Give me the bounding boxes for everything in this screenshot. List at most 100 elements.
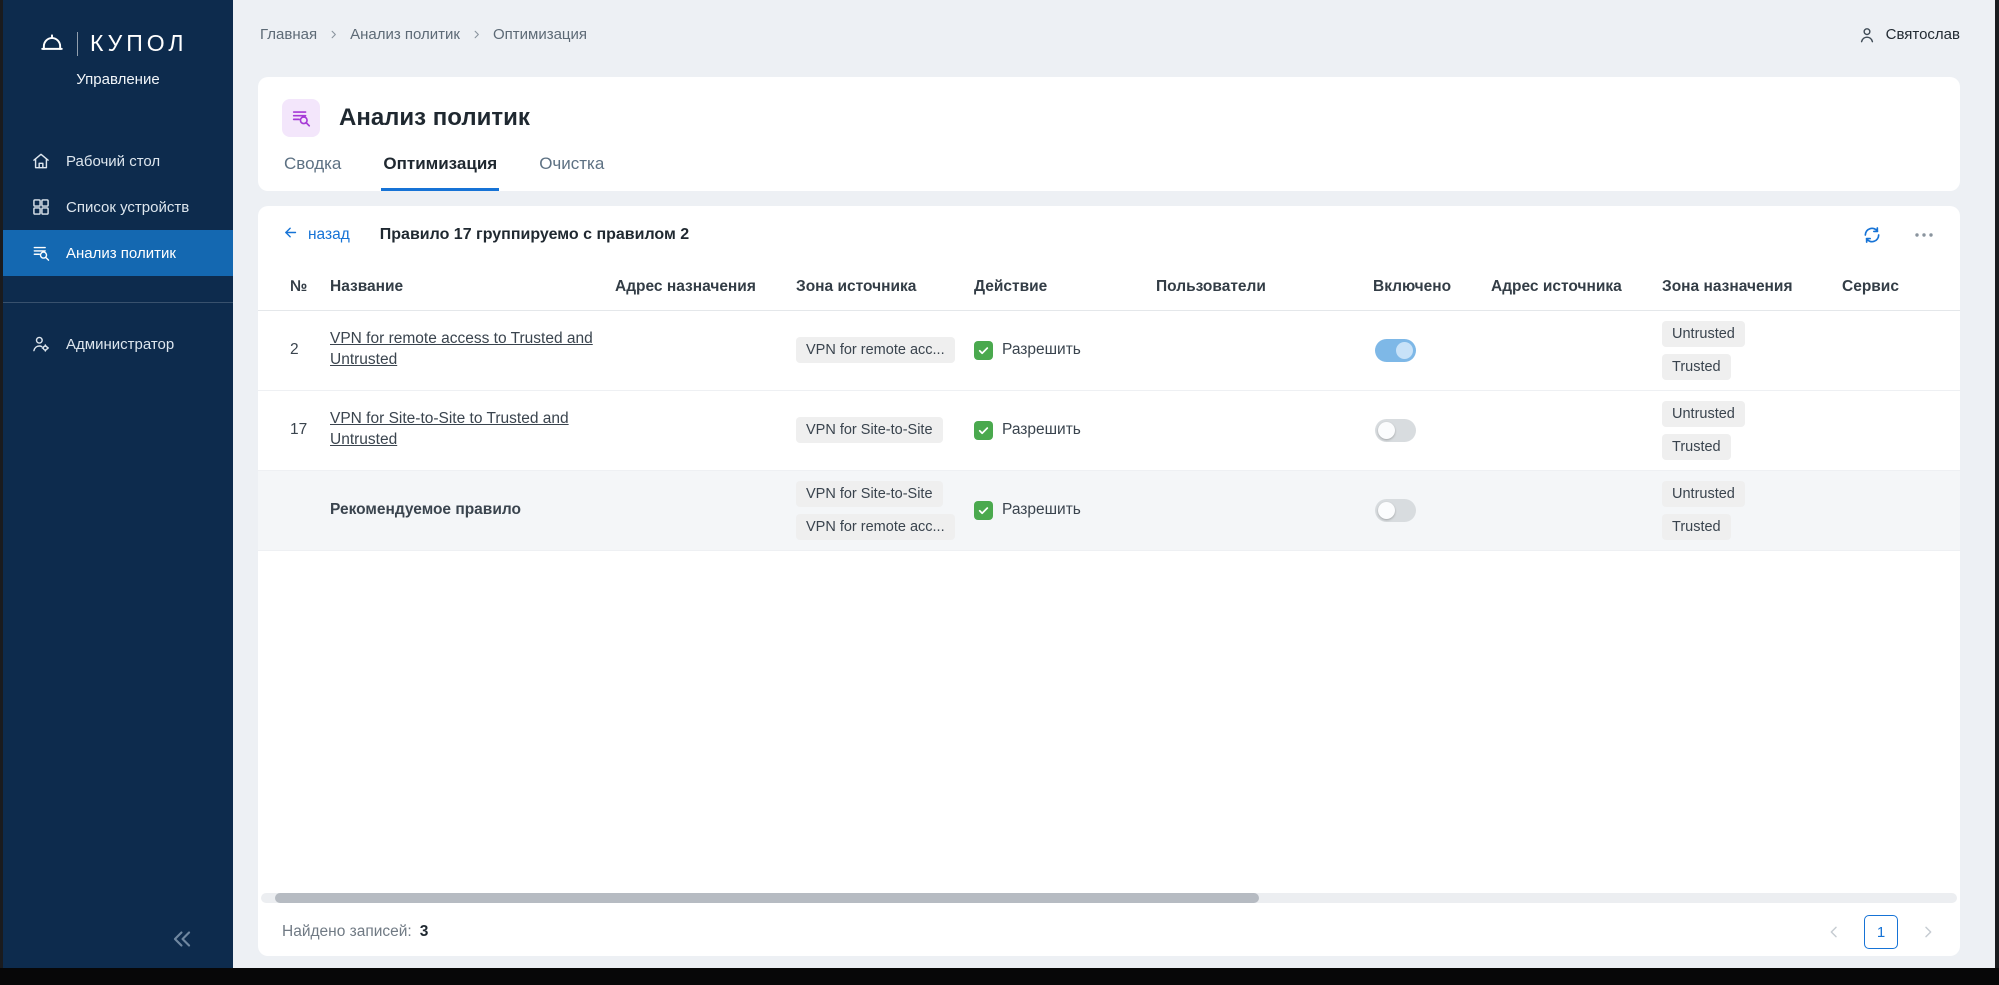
zone-tag: VPN for remote acc... [796,337,955,363]
sidebar-divider [3,302,233,303]
table-row: Рекомендуемое правило VPN for Site-to-Sit… [258,470,1960,550]
column-header: Адрес назначения [615,264,796,310]
next-page-button[interactable] [1920,924,1936,940]
zone-tag: VPN for Site-to-Site [796,417,943,443]
content: Анализ политик СводкаОптимизацияОчистка … [233,69,1995,968]
sidebar-item-administrator[interactable]: Администратор [3,321,233,367]
rule-name: Рекомендуемое правило [330,500,521,521]
column-header: № [258,264,330,310]
check-icon [974,341,993,360]
column-header: Зона источника [796,264,974,310]
sidebar-item-label: Список устройств [66,199,189,216]
zone-tag: VPN for remote acc... [796,514,955,540]
cell-number: 17 [258,390,330,470]
title-row: Анализ политик [282,99,1936,137]
action-allow: Разрешить [974,341,1144,360]
cell-enabled [1373,310,1491,390]
sidebar-menu: Рабочий стол Список устройств Анализ полит… [3,138,233,367]
enabled-toggle[interactable] [1375,499,1416,522]
column-header: Сервис [1842,264,1960,310]
current-page[interactable]: 1 [1864,915,1898,949]
tab-cleanup[interactable]: Очистка [537,154,606,191]
grouping-message: Правило 17 группируемо с правилом 2 [380,226,689,244]
zone-tags: UntrustedTrusted [1662,481,1830,540]
horizontal-scrollbar[interactable] [261,893,1957,903]
table-body: 2VPN for remote access to Trusted and Un… [258,310,1960,550]
back-button[interactable]: назад [282,224,350,246]
horizontal-scrollbar-thumb[interactable] [275,893,1259,903]
zone-tags: UntrustedTrusted [1662,401,1830,460]
cell-users [1156,470,1373,550]
topbar: Главная Анализ политик Оптимизация Святосл… [233,0,1995,69]
pagination: 1 [1826,915,1936,949]
sidebar-item-policy-analysis[interactable]: Анализ политик [3,230,233,276]
prev-page-button[interactable] [1826,924,1842,940]
check-icon [974,421,993,440]
admin-user-icon [31,334,51,354]
action-label: Разрешить [1002,421,1081,439]
breadcrumb-item[interactable]: Анализ политик [350,26,460,43]
rule-name[interactable]: VPN for Site-to-Site to Trusted and Untr… [330,409,595,451]
desktop-icon [31,151,51,171]
tabs: Сводка Оптимизация Очистка [282,154,1936,191]
table-toolbar: назад Правило 17 группируемо с правилом … [258,206,1960,264]
cell-source-address [1491,310,1662,390]
sidebar-item-desktop[interactable]: Рабочий стол [3,138,233,184]
arrow-left-icon [282,224,299,246]
breadcrumb-item[interactable]: Оптимизация [493,26,587,43]
optimization-card: назад Правило 17 группируемо с правилом … [258,206,1960,956]
rule-name[interactable]: VPN for remote access to Trusted and Unt… [330,329,595,371]
column-header: Включено [1373,264,1491,310]
sidebar-collapse-button[interactable] [169,926,197,954]
zone-tag: Untrusted [1662,321,1745,347]
more-options-button[interactable] [1912,223,1936,247]
table-row: 17VPN for Site-to-Site to Trusted and Un… [258,390,1960,470]
cell-source-zone: VPN for Site-to-Site [796,390,974,470]
cell-enabled [1373,470,1491,550]
cell-action: Разрешить [974,310,1156,390]
cell-source-address [1491,470,1662,550]
logo-text: КУПОЛ [90,30,188,57]
chevron-right-icon [328,29,339,40]
cell-users [1156,390,1373,470]
zone-tag: Untrusted [1662,401,1745,427]
cell-dest-zone: UntrustedTrusted [1662,470,1842,550]
sidebar-item-devices[interactable]: Список устройств [3,184,233,230]
breadcrumb: Главная Анализ политик Оптимизация [260,26,587,43]
column-header: Зона назначения [1662,264,1842,310]
cell-source-address [1491,390,1662,470]
enabled-toggle[interactable] [1375,339,1416,362]
zone-tag: Trusted [1662,354,1731,380]
action-allow: Разрешить [974,421,1144,440]
background-window-strip [0,968,1999,985]
policy-analysis-icon [282,99,320,137]
breadcrumb-item[interactable]: Главная [260,26,317,43]
enabled-toggle[interactable] [1375,419,1416,442]
sidebar: КУПОЛ Управление Рабочий столСписок устр… [3,0,233,968]
zone-tags: VPN for Site-to-SiteVPN for remote acc..… [796,481,962,540]
toolbar-actions [1862,223,1936,247]
table-wrap: №НазваниеАдрес назначенияЗона источникаД… [258,264,1960,893]
toggle-knob [1378,422,1395,439]
sidebar-item-label: Анализ политик [66,245,176,262]
tab-summary[interactable]: Сводка [282,154,343,191]
refresh-button[interactable] [1862,225,1882,245]
cell-service [1842,310,1960,390]
page-header-card: Анализ политик Сводка Оптимизация Очистка [258,77,1960,191]
cell-action: Разрешить [974,470,1156,550]
logo: КУПОЛ [3,0,233,57]
action-label: Разрешить [1002,501,1081,519]
records-found-count: 3 [420,923,429,941]
column-header: Название [330,264,615,310]
toggle-knob [1396,342,1413,359]
cell-dest-address [615,310,796,390]
page-title: Анализ политик [339,104,530,132]
tab-optimization[interactable]: Оптимизация [381,154,499,191]
back-label: назад [308,226,350,244]
toggle-knob [1378,502,1395,519]
policy-search-icon [31,243,51,263]
cell-number [258,470,330,550]
user-menu[interactable]: Святослав [1857,25,1960,45]
cell-service [1842,470,1960,550]
chevron-right-icon [471,29,482,40]
